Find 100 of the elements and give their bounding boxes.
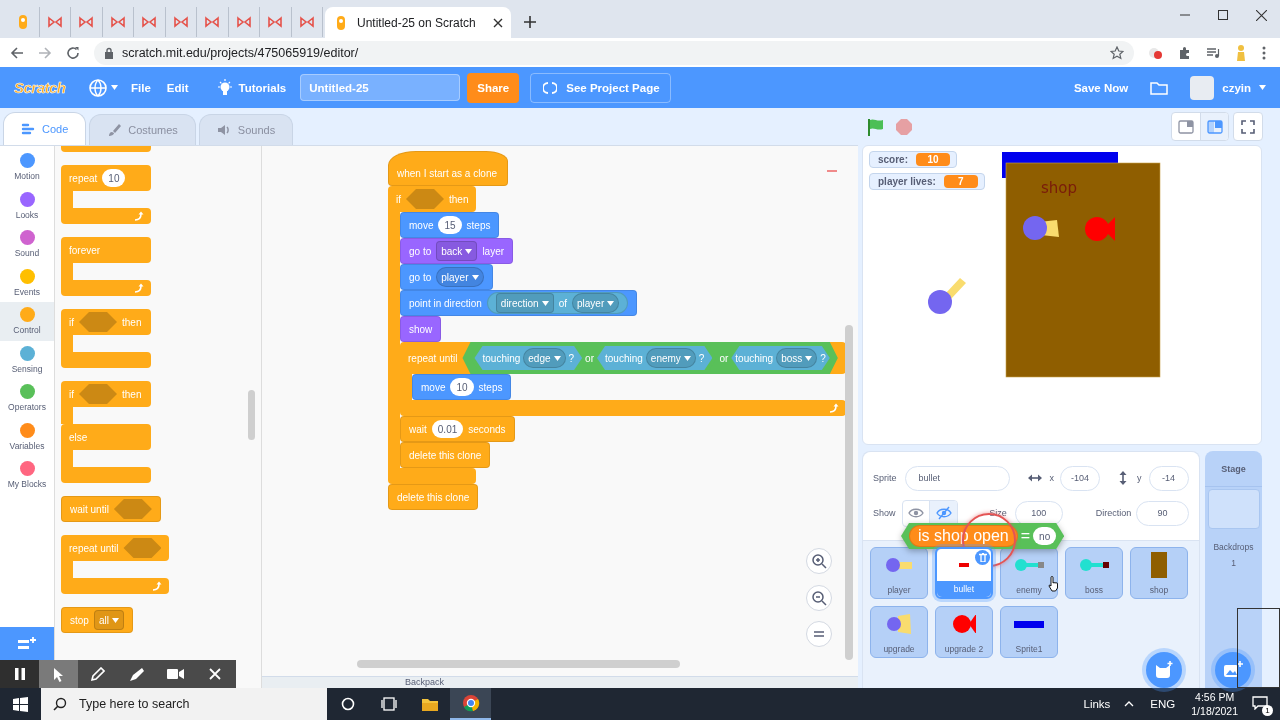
c-block[interactable]: repeat until touching edge ? or touching enemy ? or touching boss ? move 10 steps	[400, 342, 846, 416]
tutorials-button[interactable]: Tutorials	[216, 78, 287, 97]
category-item[interactable]: Looks	[0, 186, 54, 225]
category-item[interactable]: Variables	[0, 417, 54, 456]
avatar[interactable]	[1190, 75, 1215, 100]
see-project-page-button[interactable]: See Project Page	[530, 72, 671, 103]
language-indicator[interactable]: ENG	[1150, 698, 1176, 710]
menu-icon[interactable]	[1262, 45, 1266, 60]
forward-icon[interactable]	[38, 45, 52, 60]
dropdown-menu[interactable]: player	[436, 267, 484, 287]
menu-item[interactable]: Edit	[166, 81, 189, 94]
browser-tab[interactable]: Untitled-25 on Scratch	[325, 7, 511, 38]
task-view-icon	[380, 697, 397, 711]
stack-block[interactable]: move 15 steps	[400, 212, 500, 238]
toolbar-label[interactable]: Links	[1083, 698, 1111, 710]
number-input[interactable]: no	[1033, 527, 1057, 545]
stack-block[interactable]: go to back layer	[400, 238, 514, 264]
add-backdrop-button[interactable]	[1215, 652, 1251, 688]
number-input[interactable]: 15	[438, 216, 462, 234]
notification-icon[interactable]	[1252, 696, 1268, 710]
stack-block[interactable]: go to player	[400, 264, 493, 290]
boolean-block[interactable]: touching enemy ?	[597, 346, 713, 370]
back-icon[interactable]	[10, 45, 24, 60]
category-item[interactable]: My Blocks	[0, 456, 54, 495]
media-icon[interactable]	[1206, 45, 1220, 60]
zoom-out-button[interactable]	[806, 585, 832, 611]
address-field[interactable]: scratch.mit.edu/projects/475065919/editor/	[94, 40, 1134, 65]
category-item[interactable]: Control	[0, 302, 54, 341]
sprite-tile[interactable]: player	[870, 547, 928, 599]
sprite-tile[interactable]: boss	[1065, 547, 1123, 599]
stack-block[interactable]: point in direction direction of player	[400, 290, 638, 316]
share-button[interactable]: Share	[467, 72, 520, 103]
number-input[interactable]: 10	[102, 169, 126, 187]
boolean-block[interactable]: is shop open = no	[901, 523, 1065, 549]
maximize-icon[interactable]	[1218, 10, 1228, 20]
scrollbar[interactable]	[248, 390, 255, 440]
folder-icon[interactable]	[1150, 80, 1169, 95]
dropdown-menu[interactable]: direction	[495, 293, 554, 313]
language-button[interactable]	[88, 77, 118, 98]
number-input[interactable]: 10	[450, 378, 474, 396]
star-icon[interactable]	[1110, 45, 1124, 60]
dropdown-menu[interactable]: back	[436, 241, 478, 261]
category-item[interactable]: Motion	[0, 148, 54, 187]
editor-tab[interactable]: Code	[3, 112, 87, 145]
puzzle-icon[interactable]	[1178, 45, 1192, 60]
pause-button[interactable]	[0, 660, 39, 688]
editor-tab[interactable]: Sounds	[198, 114, 294, 145]
reporter-block[interactable]: is shop open	[909, 525, 1018, 547]
stage-selector[interactable]: Stage Backdrops 1	[1205, 451, 1262, 688]
reset-zoom-button[interactable]	[806, 621, 832, 647]
sprite-tile[interactable]: upgrade	[870, 606, 928, 658]
stack-block[interactable]: show	[400, 316, 442, 342]
boolean-block[interactable]: touching edge ?	[474, 346, 583, 370]
stop-icon[interactable]	[895, 117, 913, 136]
dropdown-menu[interactable]: all	[93, 610, 124, 630]
c-block[interactable]: repeat 10	[61, 165, 151, 224]
category-item[interactable]: Sensing	[0, 340, 54, 379]
stack-block[interactable]: wait 0.01 seconds	[400, 416, 515, 442]
scrollbar[interactable]	[357, 660, 680, 668]
category-item[interactable]: Sound	[0, 225, 54, 264]
category-item[interactable]: Operators	[0, 379, 54, 418]
c-block[interactable]: if then move 15 steps go to back layer go to player point in direction direction of player show repeat until touching edge ? or touching enemy ? or touching boss ? move 10 steps wait 0.01 seconds delete this clone	[388, 186, 846, 484]
hide-button[interactable]	[929, 500, 958, 526]
editor-tab[interactable]: Costumes	[89, 114, 196, 145]
menu-item[interactable]: File	[131, 81, 151, 94]
pointer-button[interactable]	[39, 660, 78, 688]
reporter-block[interactable]: direction of player	[486, 292, 629, 314]
reload-icon[interactable]	[66, 45, 80, 60]
sprite-tile[interactable]: upgrade 2	[935, 606, 993, 658]
zoom-in-button[interactable]	[806, 548, 832, 574]
normal-stage-button[interactable]	[1200, 113, 1228, 140]
stack-block[interactable]: move 10 steps	[412, 374, 512, 400]
dropdown-menu[interactable]: edge	[523, 348, 566, 368]
flag-icon[interactable]	[866, 116, 886, 137]
search-field[interactable]: Type here to search	[41, 688, 327, 720]
taskbar-app[interactable]	[450, 688, 491, 720]
backpack-header[interactable]: Backpack	[262, 676, 858, 688]
category-item[interactable]: Events	[0, 263, 54, 302]
save-now-link[interactable]: Save Now	[1073, 81, 1129, 94]
dropdown-menu[interactable]: boss	[776, 348, 818, 368]
dropdown-menu[interactable]: enemy	[645, 348, 696, 368]
number-input[interactable]: 0.01	[431, 420, 464, 438]
sprite-tile[interactable]: bullet	[935, 547, 993, 599]
sprite-tile[interactable]: enemy	[1000, 547, 1058, 599]
dropdown-menu[interactable]: player	[572, 293, 620, 313]
sprite-tile[interactable]: Sprite1	[1000, 606, 1058, 658]
scrollbar[interactable]	[845, 325, 853, 660]
boolean-block[interactable]: touching boss ?	[731, 346, 830, 370]
sprite-tile[interactable]: shop	[1130, 547, 1188, 599]
close-icon[interactable]	[1255, 9, 1267, 21]
close-icon[interactable]	[493, 17, 503, 28]
chevron-up-icon[interactable]	[1124, 701, 1135, 707]
new-tab-icon[interactable]	[523, 15, 537, 29]
account-menu[interactable]: czyin	[1222, 81, 1266, 94]
project-title-field[interactable]: Untitled-25	[300, 74, 461, 101]
clock[interactable]: 4:56 PM 1/18/2021	[1191, 690, 1238, 718]
profile-icon[interactable]	[1234, 43, 1248, 62]
boolean-block[interactable]: touching edge ? or touching enemy ? or touching boss ?	[462, 342, 838, 374]
add-sprite-button[interactable]	[1146, 652, 1182, 688]
cap-block[interactable]: stop all	[61, 607, 133, 633]
